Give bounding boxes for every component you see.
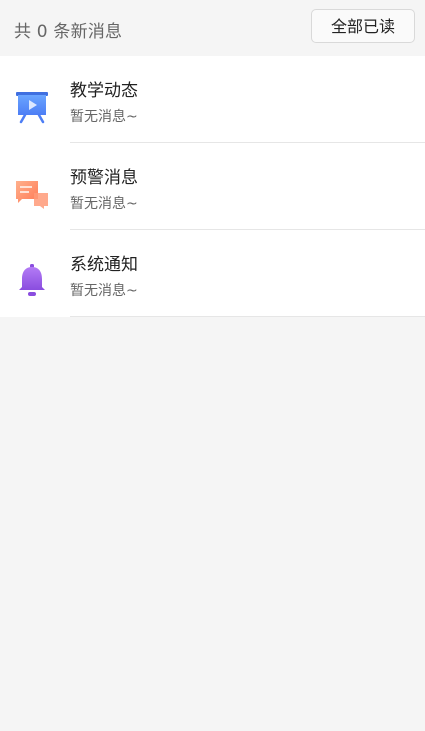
item-subtitle: 暂无消息~	[70, 283, 138, 299]
item-subtitle: 暂无消息~	[70, 196, 138, 212]
message-header: 共 0 条新消息 全部已读	[0, 0, 425, 56]
item-title: 系统通知	[70, 255, 138, 275]
item-title: 教学动态	[70, 81, 138, 101]
chat-bubble-icon	[14, 175, 50, 211]
bell-icon	[14, 262, 50, 298]
item-subtitle: 暂无消息~	[70, 109, 138, 125]
message-category-list: 教学动态 暂无消息~ 预警消息 暂无消息~ 系统通知 暂无消息~	[0, 56, 425, 317]
mark-all-read-button[interactable]: 全部已读	[311, 9, 415, 43]
item-title: 预警消息	[70, 168, 138, 188]
presentation-board-icon	[14, 88, 50, 124]
new-message-count: 共 0 条新消息	[14, 22, 123, 42]
list-item-warning-messages[interactable]: 预警消息 暂无消息~	[0, 143, 425, 230]
divider	[70, 316, 425, 317]
list-item-system-notices[interactable]: 系统通知 暂无消息~	[0, 230, 425, 317]
list-item-teaching-updates[interactable]: 教学动态 暂无消息~	[0, 56, 425, 143]
